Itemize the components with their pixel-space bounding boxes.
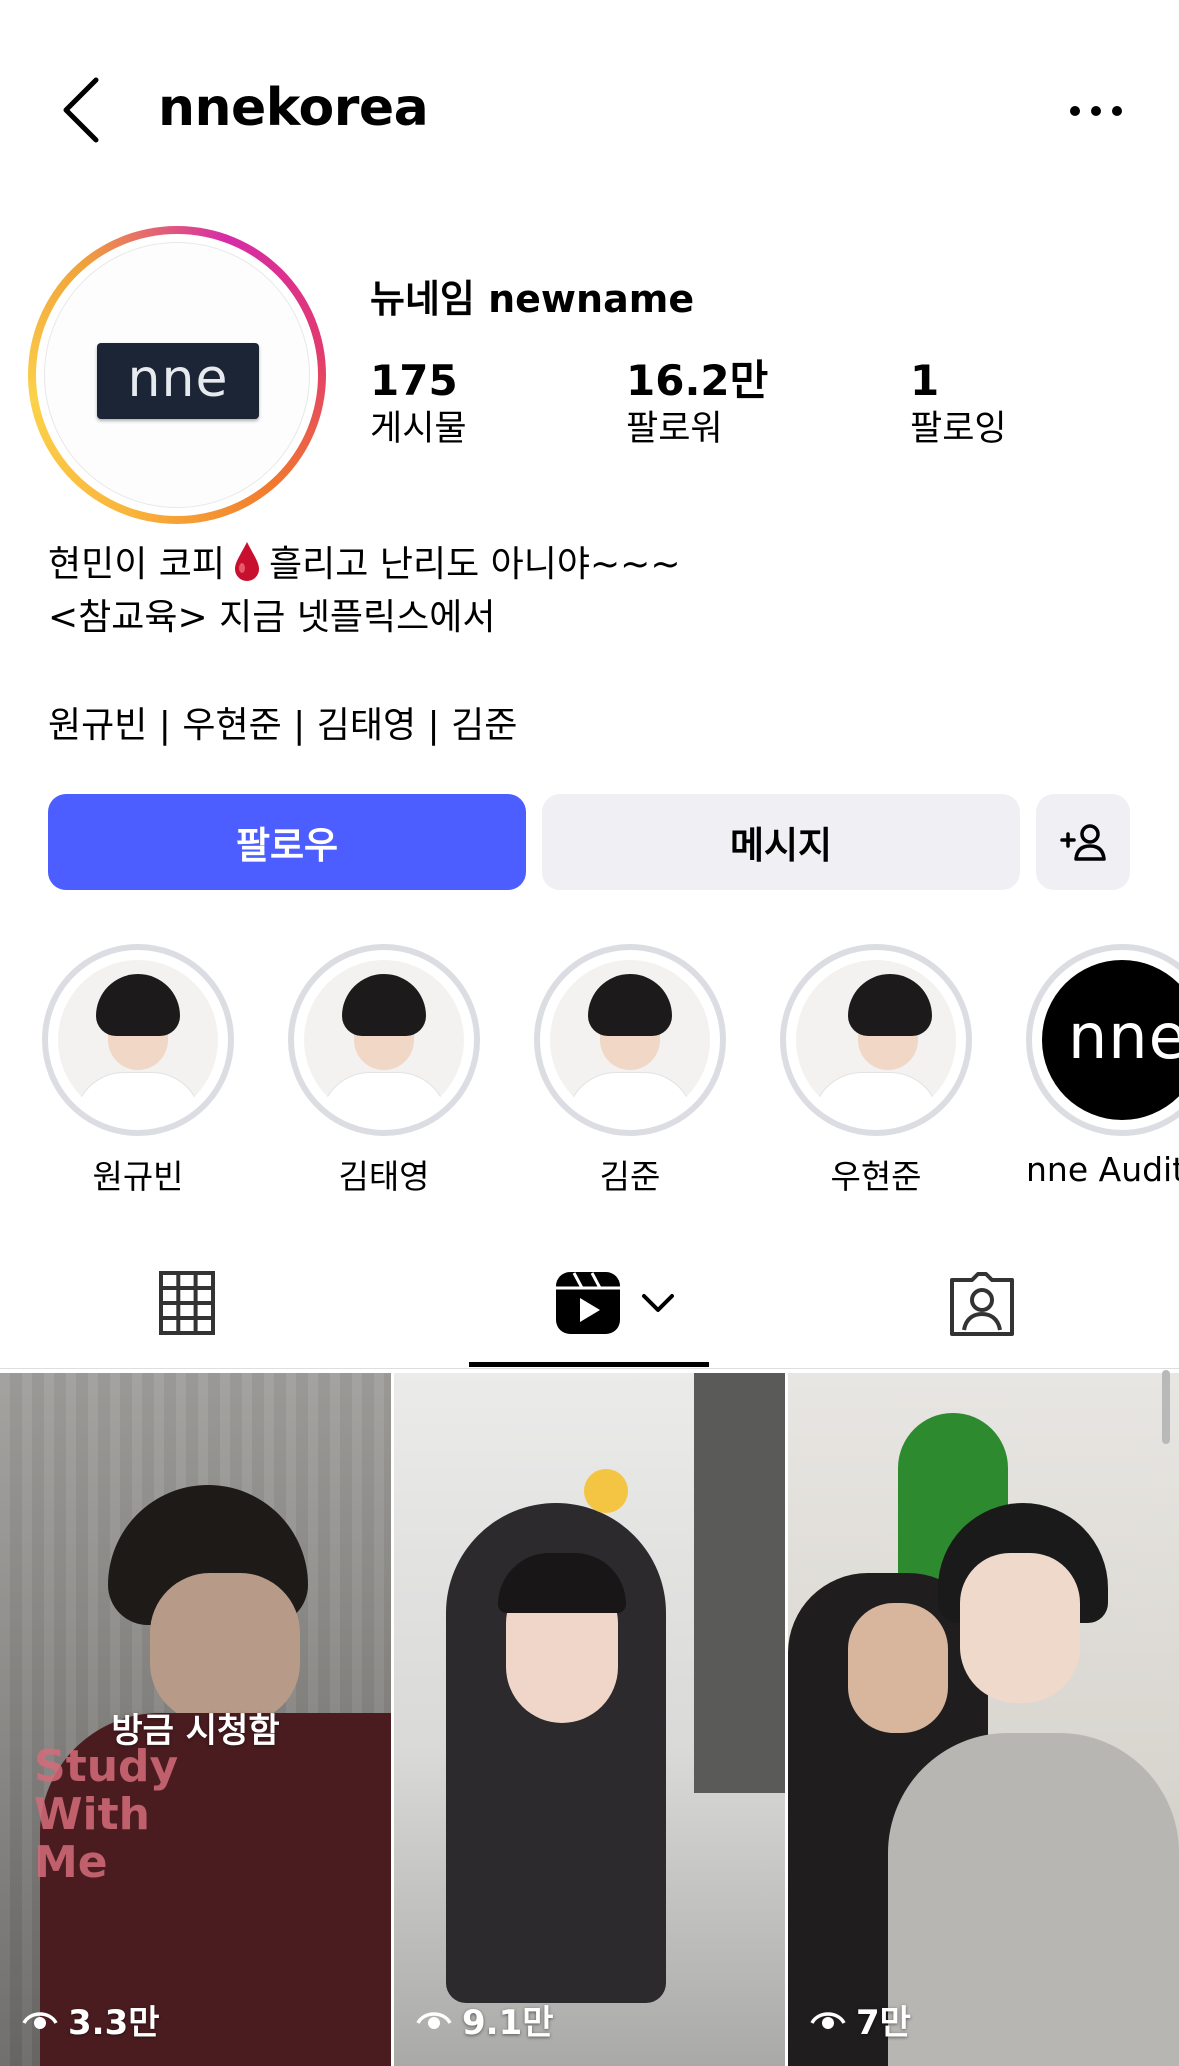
chevron-left-icon [63, 77, 99, 143]
bio-text-1a: 현민이 코피 [48, 544, 226, 585]
highlight-label: 김태영 [338, 1157, 430, 1196]
tab-reels[interactable] [554, 1262, 684, 1344]
nne-logo: nne [1068, 1000, 1179, 1073]
highlight-item[interactable]: 김태영 [288, 944, 480, 1196]
avatar-image: nne [44, 242, 310, 508]
highlight-cover [304, 960, 464, 1120]
view-count: 3.3만 [22, 1995, 160, 2044]
reel-tile[interactable]: 7만 [788, 1373, 1179, 2066]
highlight-label: 김준 [599, 1157, 661, 1196]
tab-tagged[interactable] [948, 1262, 1020, 1344]
view-count: 7만 [810, 1995, 911, 2044]
chevron-down-icon [642, 1294, 674, 1312]
message-button[interactable]: 메시지 [542, 794, 1020, 890]
tagged-person-icon [950, 1272, 1014, 1336]
tab-posts-grid[interactable] [158, 1262, 238, 1344]
posts-count: 175 [370, 356, 458, 405]
eye-icon [416, 2011, 452, 2029]
highlight-cover [550, 960, 710, 1120]
reel-title-art: Study With Me [34, 1741, 179, 1888]
view-count-value: 3.3만 [68, 2003, 160, 2043]
scrollbar[interactable] [1162, 1370, 1170, 1444]
following-label: 팔로잉 [910, 409, 1007, 449]
more-icon [1070, 106, 1122, 116]
highlight-cover [796, 960, 956, 1120]
view-count-value: 9.1만 [462, 2003, 554, 2043]
display-name: 뉴네임 newname [370, 277, 695, 321]
highlight-cover: nne [1042, 960, 1179, 1120]
highlight-label: nne Audit [1026, 1150, 1179, 1189]
reel-tile[interactable]: 9.1만 [394, 1373, 785, 2066]
highlight-label: 원규빈 [92, 1157, 184, 1196]
bio-line-3: 원규빈 | 우현준 | 김태영 | 김준 [48, 705, 518, 746]
stat-posts[interactable]: 175 게시물 [370, 356, 467, 452]
back-button[interactable] [58, 74, 108, 146]
view-count: 9.1만 [416, 1995, 554, 2044]
profile-handle: nnekorea [158, 78, 429, 138]
bio-text-1b: 흘리고 난리도 아니야~~~ [269, 544, 681, 585]
followers-label: 팔로워 [626, 409, 723, 449]
view-count-value: 7만 [856, 2003, 911, 2043]
followers-count: 16.2만 [626, 356, 769, 405]
following-count: 1 [910, 356, 940, 405]
blood-drop-icon [235, 542, 260, 581]
tab-divider [0, 1368, 1179, 1369]
stat-following[interactable]: 1 팔로잉 [910, 356, 1007, 452]
stat-followers[interactable]: 16.2만 팔로워 [626, 356, 768, 452]
eye-icon [22, 2011, 58, 2029]
bio-line-2: <참교육> 지금 넷플릭스에서 [48, 597, 496, 638]
suggest-people-button[interactable] [1036, 794, 1130, 890]
active-tab-indicator [469, 1362, 709, 1367]
highlight-item[interactable]: 김준 [534, 944, 726, 1196]
reels-icon [556, 1272, 620, 1334]
highlight-item[interactable]: nne nne Audit [1026, 944, 1179, 1189]
reel-tile[interactable]: Study With Me 방금 시청함 3.3만 [0, 1373, 391, 2066]
nne-logo: nne [97, 343, 259, 419]
highlight-item[interactable]: 우현준 [780, 944, 972, 1196]
highlight-item[interactable]: 원규빈 [42, 944, 234, 1196]
profile-avatar[interactable]: nne [28, 226, 326, 524]
highlight-label: 우현준 [830, 1157, 922, 1196]
add-person-icon [1060, 824, 1106, 861]
highlight-cover [58, 960, 218, 1120]
bio-line-1: 현민이 코피 흘리고 난리도 아니야~~~ [48, 540, 681, 589]
posts-label: 게시물 [370, 409, 467, 449]
recently-watched-label: 방금 시청함 [111, 1711, 280, 1751]
grid-icon [159, 1271, 215, 1335]
eye-icon [810, 2011, 846, 2029]
follow-button[interactable]: 팔로우 [48, 794, 526, 890]
more-options-button[interactable] [1066, 92, 1126, 130]
